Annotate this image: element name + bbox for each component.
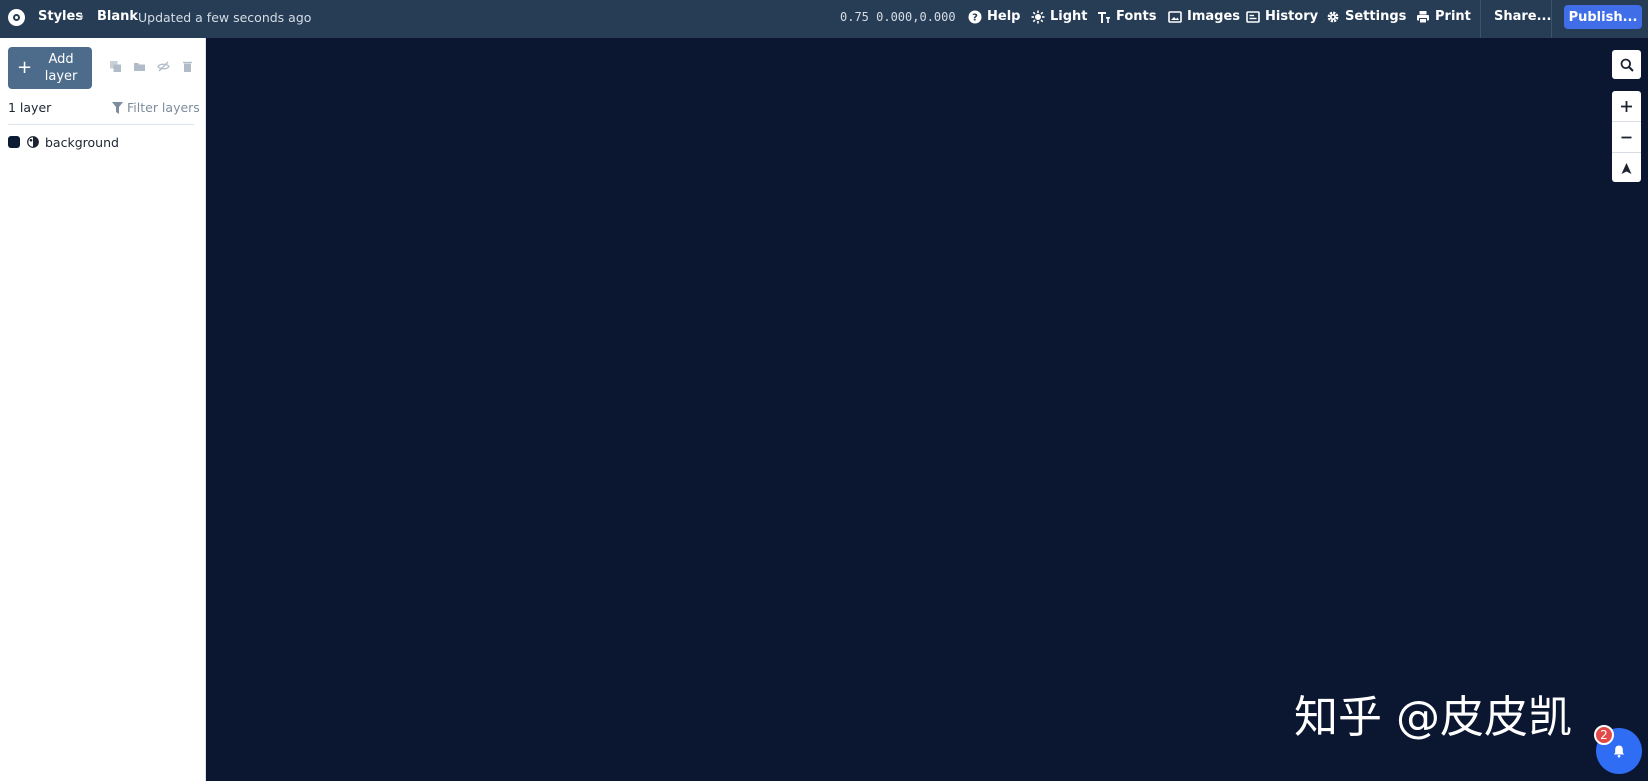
sidebar-divider	[8, 124, 194, 125]
help-label: Help	[987, 9, 1021, 24]
layer-item[interactable]: background	[8, 133, 119, 151]
updated-status: Updated a few seconds ago	[138, 10, 312, 25]
zoom-out-icon	[1621, 136, 1632, 138]
breadcrumb-separator: ›	[79, 9, 85, 24]
settings-button[interactable]: Settings	[1326, 9, 1406, 24]
breadcrumb-styles[interactable]: Styles	[38, 9, 83, 24]
filter-label: Filter layers	[127, 100, 200, 115]
hide-icon[interactable]	[157, 60, 170, 73]
layer-count: 1 layer	[8, 100, 52, 115]
svg-text:?: ?	[972, 12, 978, 23]
print-icon	[1417, 10, 1429, 23]
style-name[interactable]: Blank	[97, 9, 138, 24]
help-icon: ?	[968, 10, 982, 23]
history-label: History	[1265, 9, 1319, 24]
zoom-out-button[interactable]	[1612, 122, 1641, 153]
help-button[interactable]: ? Help	[968, 9, 1020, 24]
add-layer-label: Add layer	[44, 52, 78, 84]
zoom-in-button[interactable]	[1612, 91, 1641, 122]
print-button[interactable]: Print	[1416, 9, 1471, 24]
topbar-divider	[1480, 0, 1481, 38]
image-icon	[1168, 10, 1182, 23]
background-layer-icon	[27, 136, 39, 148]
theme-toggle-button[interactable]: Light	[1031, 9, 1088, 24]
compass-icon	[1621, 162, 1632, 174]
map-state-readout: 0.75 0.000,0.000	[840, 10, 956, 24]
app-logo-icon[interactable]	[8, 9, 25, 26]
add-layer-button[interactable]: + Add layer	[8, 47, 92, 89]
images-label: Images	[1187, 9, 1241, 24]
topbar-divider	[1551, 0, 1552, 38]
filter-layers-button[interactable]: Filter layers	[112, 100, 200, 115]
zoom-in-icon	[1621, 100, 1632, 112]
bell-icon	[1614, 745, 1624, 758]
share-button[interactable]: Share...	[1494, 9, 1551, 24]
reset-north-button[interactable]	[1612, 153, 1641, 183]
notification-count-badge: 2	[1594, 725, 1614, 745]
print-label: Print	[1435, 9, 1471, 24]
theme-label: Light	[1050, 9, 1088, 24]
settings-label: Settings	[1345, 9, 1407, 24]
gear-icon	[1327, 11, 1339, 22]
map-canvas[interactable]	[206, 38, 1648, 781]
map-zoom-controls	[1612, 91, 1641, 182]
trash-icon[interactable]	[181, 60, 194, 73]
watermark-text: 知乎 @皮皮凯	[1294, 692, 1572, 743]
fonts-label: Fonts	[1116, 9, 1157, 24]
publish-button[interactable]: Publish...	[1564, 5, 1642, 29]
layer-color-swatch	[8, 136, 20, 148]
history-button[interactable]: History	[1246, 9, 1318, 24]
images-button[interactable]: Images	[1168, 9, 1240, 24]
duplicate-icon[interactable]	[109, 60, 122, 73]
fonts-button[interactable]: Fonts	[1097, 9, 1157, 24]
layers-sidebar: + Add layer 1 layer Filter layers backgr…	[0, 38, 206, 781]
folder-icon[interactable]	[133, 60, 146, 73]
history-icon	[1246, 10, 1260, 23]
sun-icon	[1031, 10, 1045, 23]
publish-label: Publish...	[1568, 9, 1638, 25]
layer-name: background	[45, 134, 119, 150]
plus-icon: +	[17, 57, 33, 78]
map-search-button[interactable]	[1612, 50, 1641, 79]
search-icon	[1620, 58, 1634, 72]
fonts-icon	[1098, 11, 1110, 23]
filter-icon	[112, 101, 123, 114]
top-bar: Styles › Blank Updated a few seconds ago…	[0, 0, 1648, 38]
